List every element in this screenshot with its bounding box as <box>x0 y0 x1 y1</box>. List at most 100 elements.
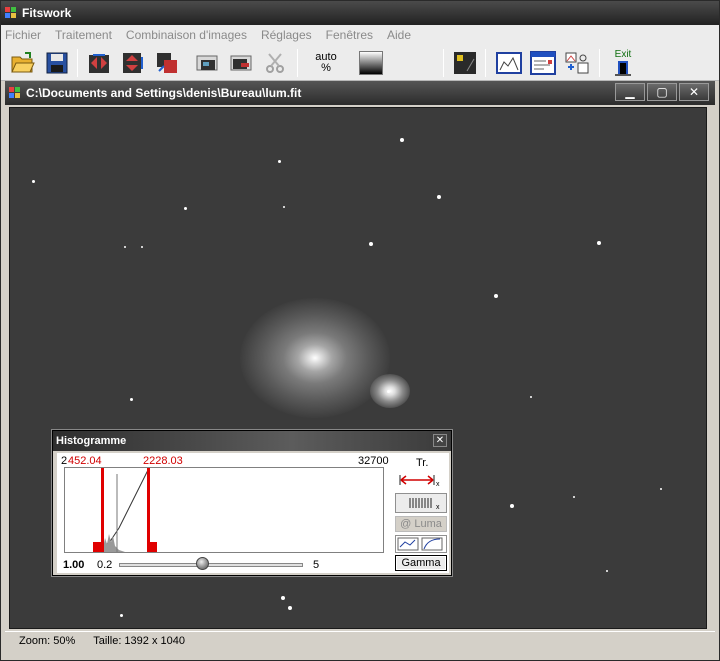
histogram-title: Histogramme <box>56 435 127 447</box>
star <box>124 246 126 248</box>
app-titlebar: Fitswork <box>1 1 719 25</box>
status-bar: Zoom: 50% Taille: 1392 x 1040 <box>5 631 715 649</box>
toolbar-separator <box>297 49 298 77</box>
star <box>606 570 608 572</box>
luma-button[interactable]: @ Luma <box>395 516 447 532</box>
gamma-slider-track[interactable] <box>119 563 303 567</box>
gamma-button-label: Gamma <box>401 557 441 569</box>
menu-fichier[interactable]: Fichier <box>5 28 41 42</box>
histogram-body: 2 452.04 2228.03 32700 1.00 0.2 5 Tr. x … <box>57 453 449 573</box>
star <box>184 207 187 210</box>
minimize-button[interactable]: ▁ <box>615 83 645 101</box>
histogram-max-value: 32700 <box>358 455 389 467</box>
star <box>573 496 575 498</box>
star <box>597 241 601 245</box>
mirror-horizontal-icon[interactable] <box>85 49 113 77</box>
exit-icon[interactable]: Exit <box>609 49 637 77</box>
gamma-slider-min: 0.2 <box>97 559 113 571</box>
curve-type-button[interactable] <box>395 535 447 553</box>
menu-traitement[interactable]: Traitement <box>55 28 112 42</box>
toolbar-separator <box>485 49 486 77</box>
histogram-titlebar: Histogramme <box>53 431 451 451</box>
histogram-high-value[interactable]: 2228.03 <box>143 455 183 467</box>
toolbar-separator <box>443 49 444 77</box>
gamma-value: 1.00 <box>63 559 85 571</box>
menu-fenetres[interactable]: Fenêtres <box>326 28 373 42</box>
toolbar-separator <box>77 49 78 77</box>
histogram-panel: Histogramme ✕ 2 452.04 2228.03 32700 1.0… <box>52 430 452 576</box>
menu-bar: Fichier Traitement Combinaison d'images … <box>1 25 719 45</box>
app-title: Fitswork <box>22 6 72 20</box>
galaxy-m51 <box>240 298 390 418</box>
histogram-plot[interactable] <box>64 467 384 553</box>
document-icon <box>9 87 21 99</box>
luma-label: @ Luma <box>400 518 442 530</box>
window-controls: ▁ ▢ ✕ <box>615 83 709 101</box>
star <box>32 180 35 183</box>
menu-combinaison[interactable]: Combinaison d'images <box>126 28 247 42</box>
star <box>288 606 292 610</box>
fitswork-window: Fitswork Fichier Traitement Combinaison … <box>0 0 720 661</box>
star <box>130 398 133 401</box>
maximize-icon: ▢ <box>656 85 668 99</box>
gamma-slider-max: 5 <box>313 559 320 571</box>
range-button[interactable]: x <box>395 471 447 489</box>
star <box>494 294 498 298</box>
star <box>141 246 143 248</box>
image-info-icon[interactable] <box>529 49 557 77</box>
histogram-window-icon[interactable] <box>495 49 523 77</box>
star <box>283 206 285 208</box>
crop-icon[interactable] <box>153 49 181 77</box>
close-button[interactable]: ✕ <box>679 83 709 101</box>
auto-level-icon[interactable]: auto % <box>309 49 343 77</box>
tr-label: Tr. <box>416 457 429 469</box>
toolbar: auto % Exit <box>1 45 719 81</box>
star <box>369 242 373 246</box>
image-paste-icon[interactable] <box>227 49 255 77</box>
darkframe-icon[interactable] <box>451 49 479 77</box>
compare-icon[interactable] <box>563 49 591 77</box>
document-path: C:\Documents and Settings\denis\Bureau\l… <box>26 86 302 100</box>
menu-reglages[interactable]: Réglages <box>261 28 312 42</box>
svg-text:x: x <box>436 504 440 510</box>
minimize-icon: ▁ <box>625 85 635 99</box>
star <box>437 195 441 199</box>
open-folder-icon[interactable] <box>9 49 37 77</box>
maximize-button[interactable]: ▢ <box>647 83 677 101</box>
histogram-graph <box>75 467 157 553</box>
histogram-close-button[interactable]: ✕ <box>433 434 447 447</box>
galaxy-companion <box>370 374 410 408</box>
histogram-high-marker[interactable] <box>147 468 150 552</box>
status-zoom: Zoom: 50% <box>19 634 76 647</box>
star <box>281 596 285 600</box>
curves-icon <box>397 537 443 551</box>
star <box>387 390 390 393</box>
exit-label: Exit <box>614 49 632 60</box>
image-copy-icon[interactable] <box>193 49 221 77</box>
histogram-low-marker[interactable] <box>101 468 104 552</box>
star <box>278 160 281 163</box>
star <box>510 504 514 508</box>
status-size: Taille: 1392 x 1040 <box>93 634 185 647</box>
star <box>530 396 532 398</box>
document-titlebar: C:\Documents and Settings\denis\Bureau\l… <box>5 81 715 105</box>
save-icon[interactable] <box>43 49 71 77</box>
gamma-button[interactable]: Gamma <box>395 555 447 571</box>
toolbar-separator <box>599 49 600 77</box>
linear-scale-button[interactable]: x <box>395 493 447 513</box>
gamma-slider-thumb[interactable] <box>196 557 210 570</box>
histogram-high-handle[interactable] <box>149 542 157 552</box>
bars-icon: x <box>409 498 440 510</box>
menu-aide[interactable]: Aide <box>387 28 411 42</box>
auto-level-sub: % <box>321 62 331 74</box>
app-logo-icon <box>5 7 17 19</box>
gradient-icon[interactable] <box>357 49 385 77</box>
histogram-low-handle[interactable] <box>93 542 101 552</box>
mirror-vertical-icon[interactable] <box>119 49 147 77</box>
scissors-icon[interactable] <box>261 49 289 77</box>
histogram-min-label: 2 <box>61 455 68 467</box>
star <box>400 138 404 142</box>
range-arrows-icon: x <box>399 475 440 487</box>
histogram-low-value[interactable]: 452.04 <box>68 455 102 467</box>
close-icon: ✕ <box>435 435 445 446</box>
